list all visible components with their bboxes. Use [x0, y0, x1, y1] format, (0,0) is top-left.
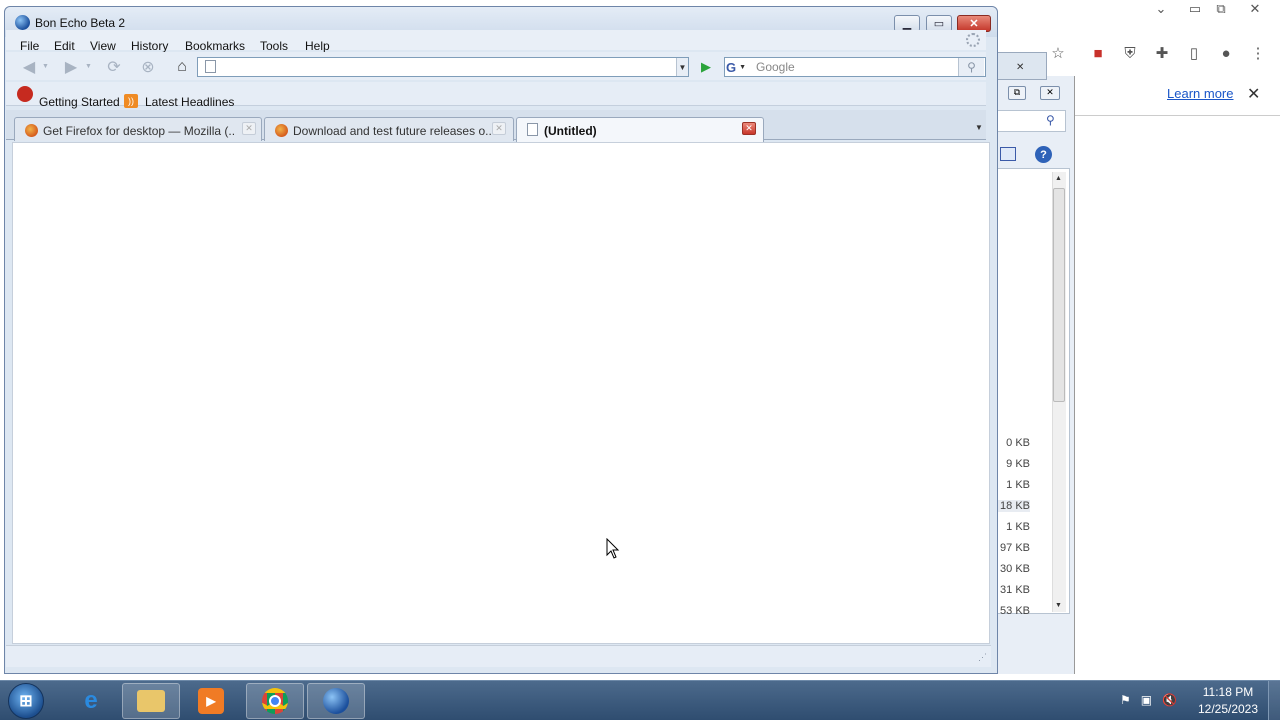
resize-grip-icon[interactable]: ⋰	[978, 652, 987, 663]
menu-file[interactable]: File	[20, 39, 39, 53]
downloads-close-button[interactable]: ✕	[1040, 86, 1060, 100]
mouse-cursor-icon	[606, 538, 620, 559]
bookmark-star-icon[interactable]: ☆	[1049, 44, 1067, 62]
shield-extension-icon[interactable]: ⛨	[1121, 44, 1139, 62]
taskbar-file-explorer[interactable]	[122, 683, 180, 719]
download-size: 53 KB	[1000, 605, 1030, 614]
clock-date[interactable]: 12/25/2023	[1193, 702, 1263, 716]
url-input[interactable]	[197, 57, 689, 77]
bon-echo-globe-icon	[323, 688, 349, 714]
internet-explorer-icon: e	[84, 687, 98, 714]
side-panel-icon[interactable]: ▯	[1185, 44, 1203, 62]
chevron-down-icon[interactable]: ⌄	[1146, 0, 1176, 18]
chrome-titlebar	[990, 0, 1280, 34]
download-size: 0 KB	[1006, 437, 1030, 449]
firefox-favicon-icon	[275, 124, 288, 137]
volume-muted-icon[interactable]: 🔇	[1162, 693, 1177, 707]
learn-more-link[interactable]: Learn more	[1167, 86, 1233, 101]
menu-tools[interactable]: Tools	[260, 39, 288, 53]
window-title: Bon Echo Beta 2	[35, 16, 126, 30]
tab-label: Get Firefox for desktop — Mozilla (...	[43, 124, 235, 138]
forward-arrow-icon[interactable]: ▶	[60, 57, 82, 77]
page-content[interactable]	[12, 142, 990, 644]
search-icon[interactable]: ⚲	[958, 58, 984, 76]
folder-icon	[137, 690, 165, 712]
rss-feed-icon: ))	[124, 94, 138, 108]
back-arrow-icon[interactable]: ◀	[18, 57, 40, 77]
download-size: 1 KB	[1006, 521, 1030, 533]
search-icon[interactable]: ⚲	[1046, 113, 1055, 127]
downloads-close-icon[interactable]: ✕	[1016, 62, 1024, 73]
network-icon[interactable]: ▣	[1141, 693, 1152, 707]
scroll-up-icon[interactable]: ▲	[1055, 175, 1062, 182]
tab-close-icon[interactable]: ✕	[242, 122, 256, 135]
download-size: 9 KB	[1006, 458, 1030, 470]
download-size: 1 KB	[1006, 479, 1030, 491]
search-placeholder: Google	[756, 60, 795, 74]
go-arrow-icon[interactable]: ▶	[697, 58, 715, 76]
menu-history[interactable]: History	[131, 39, 168, 53]
back-dropdown-icon[interactable]: ▼	[42, 63, 49, 70]
app-globe-icon	[15, 15, 30, 30]
clock-time[interactable]: 11:18 PM	[1193, 685, 1263, 699]
taskbar-chrome[interactable]	[246, 683, 304, 719]
download-size: 97 KB	[1000, 542, 1030, 554]
firefox-favicon-icon	[25, 124, 38, 137]
chrome-close-button[interactable]: ✕	[1240, 0, 1270, 18]
menu-view[interactable]: View	[90, 39, 116, 53]
menu-bookmarks[interactable]: Bookmarks	[185, 39, 245, 53]
page-icon	[205, 60, 216, 73]
google-engine-icon: G	[726, 59, 737, 75]
tab-label: (Untitled)	[544, 124, 597, 138]
downloads-pane-icon[interactable]	[1000, 147, 1016, 161]
media-player-icon: ▶	[198, 688, 224, 714]
reload-icon[interactable]: ⟳	[103, 57, 125, 77]
tab-close-icon[interactable]: ✕	[742, 122, 756, 135]
downloads-scroll-thumb[interactable]	[1053, 188, 1065, 402]
more-menu-icon[interactable]: ⋮	[1249, 44, 1267, 62]
extension-red-icon[interactable]: ■	[1089, 44, 1107, 62]
chrome-icon	[262, 688, 288, 714]
tab-label: Download and test future releases o...	[293, 124, 491, 138]
tab-close-icon[interactable]: ✕	[492, 122, 506, 135]
home-icon[interactable]: ⌂	[171, 57, 193, 77]
download-size: 18 KB	[996, 500, 1030, 512]
downloads-search-input[interactable]	[996, 110, 1066, 132]
download-size: 30 KB	[1000, 563, 1030, 575]
infobar-close-icon[interactable]: ✕	[1247, 84, 1260, 104]
status-bar	[6, 645, 991, 667]
scroll-down-icon[interactable]: ▼	[1055, 602, 1062, 609]
forward-dropdown-icon[interactable]: ▼	[85, 63, 92, 70]
chrome-restore-button[interactable]: ⧉	[1206, 0, 1236, 18]
search-engine-selector[interactable]: G ▼	[726, 58, 754, 76]
show-desktop-button[interactable]	[1268, 681, 1280, 720]
bookmark-latest-headlines[interactable]: Latest Headlines	[145, 95, 234, 109]
tab-list-dropdown-icon[interactable]: ▼	[975, 123, 983, 132]
menu-edit[interactable]: Edit	[54, 39, 75, 53]
action-center-flag-icon[interactable]: ⚑	[1120, 693, 1131, 707]
taskbar-internet-explorer[interactable]: e	[62, 683, 120, 719]
system-tray: ⚑ ▣ 🔇	[1120, 690, 1177, 710]
download-size: 31 KB	[1000, 584, 1030, 596]
downloads-restore-button[interactable]: ⧉	[1008, 86, 1026, 100]
start-button[interactable]: ⊞	[8, 683, 44, 719]
extensions-puzzle-icon[interactable]: ✚	[1153, 44, 1171, 62]
taskbar-bon-echo[interactable]	[307, 683, 365, 719]
throbber-icon	[966, 33, 980, 47]
bookmark-getting-started[interactable]: Getting Started	[39, 95, 120, 109]
firefox-bookmark-icon	[17, 86, 33, 102]
help-icon[interactable]: ?	[1035, 146, 1052, 163]
taskbar-media-player[interactable]: ▶	[182, 683, 240, 719]
profile-avatar-icon[interactable]: ●	[1217, 44, 1235, 62]
stop-icon[interactable]: ⊗	[137, 57, 159, 77]
engine-dropdown-icon: ▼	[739, 63, 747, 71]
blank-page-icon	[527, 123, 538, 136]
url-history-dropdown-icon[interactable]: ▼	[676, 58, 688, 76]
menu-help[interactable]: Help	[305, 39, 330, 53]
